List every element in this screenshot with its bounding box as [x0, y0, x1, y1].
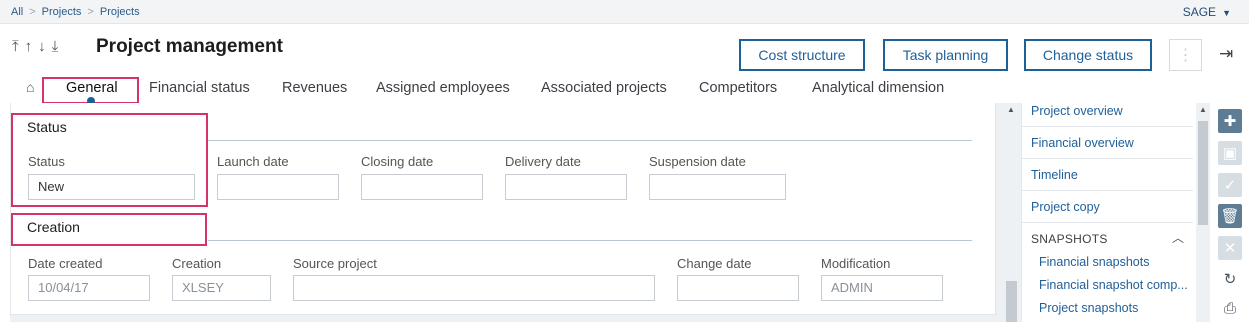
delivery-date-field[interactable]	[505, 174, 627, 200]
snapshot-link-project[interactable]: Project snapshots	[1039, 301, 1138, 315]
record-navigation: ⤒ ↑ ↓ ⤓	[12, 38, 58, 55]
task-planning-button[interactable]: Task planning	[883, 39, 1008, 71]
creation-label: Creation	[172, 256, 222, 271]
sidebar-link-project-overview[interactable]: Project overview	[1031, 104, 1123, 118]
action-toolbar: ✚ ▣ ✓ 🗑 ✕ ↻ ⎙	[1210, 103, 1249, 322]
scrollbar-thumb[interactable]	[1198, 121, 1208, 225]
caret-down-icon: ▼	[1222, 8, 1231, 18]
suspension-date-field[interactable]	[649, 174, 786, 200]
source-project-label: Source project	[293, 256, 377, 271]
form-scrollbar[interactable]: ▲	[1003, 103, 1021, 322]
cost-structure-button[interactable]: Cost structure	[739, 39, 865, 71]
vertical-dots-icon: ⋮	[1177, 47, 1194, 64]
tab-revenues[interactable]: Revenues	[282, 80, 347, 96]
closing-date-label: Closing date	[361, 154, 434, 169]
change-date-label: Change date	[677, 256, 752, 271]
form-area: Status Status New Launch date Closing da…	[10, 103, 1021, 322]
section-divider	[208, 240, 972, 241]
change-status-button[interactable]: Change status	[1024, 39, 1152, 71]
tab-associated-projects[interactable]: Associated projects	[541, 80, 667, 96]
next-record-icon[interactable]: ↓	[38, 38, 46, 55]
sidebar-link-timeline[interactable]: Timeline	[1031, 168, 1078, 182]
user-name: SAGE	[1182, 5, 1217, 19]
snapshot-link-financial-comparison[interactable]: Financial snapshot comp...	[1039, 278, 1188, 292]
suspension-date-label: Suspension date	[649, 154, 746, 169]
tab-competitors[interactable]: Competitors	[699, 80, 777, 96]
delete-icon[interactable]: 🗑	[1218, 204, 1242, 228]
delivery-date-label: Delivery date	[505, 154, 581, 169]
more-options-button[interactable]: ⋮	[1169, 39, 1202, 71]
section-divider	[208, 140, 972, 141]
check-icon: ✓	[1218, 173, 1242, 197]
close-icon: ✕	[1218, 236, 1242, 260]
top-bar: All > Projects > Projects SAGE ▼	[0, 0, 1249, 24]
creation-section-highlight	[11, 213, 207, 246]
chevron-right-icon: >	[29, 6, 36, 18]
creation-field: XLSEY	[172, 275, 271, 301]
user-menu[interactable]: SAGE ▼	[1183, 5, 1231, 19]
source-project-field[interactable]	[293, 275, 655, 301]
date-created-field: 10/04/17	[28, 275, 150, 301]
exit-icon[interactable]: ⇥	[1219, 44, 1233, 64]
add-icon[interactable]: ✚	[1218, 109, 1242, 133]
breadcrumb-projects-current[interactable]: Projects	[100, 6, 140, 18]
tab-assigned-employees[interactable]: Assigned employees	[376, 80, 510, 96]
previous-record-icon[interactable]: ↑	[25, 38, 33, 55]
scroll-up-icon[interactable]: ▲	[1199, 105, 1207, 114]
sidebar-link-financial-overview[interactable]: Financial overview	[1031, 136, 1134, 150]
divider	[1022, 158, 1193, 159]
scrollbar-thumb[interactable]	[1006, 281, 1017, 322]
sidebar-scrollbar[interactable]: ▲	[1196, 103, 1210, 322]
launch-date-field[interactable]	[217, 174, 339, 200]
modification-label: Modification	[821, 256, 891, 271]
first-record-icon[interactable]: ⤒	[12, 38, 19, 55]
breadcrumb-projects[interactable]: Projects	[42, 6, 82, 18]
last-record-icon[interactable]: ⤓	[52, 38, 59, 55]
tab-financial-status[interactable]: Financial status	[149, 80, 250, 96]
breadcrumb-all[interactable]: All	[11, 6, 23, 18]
divider	[1022, 222, 1193, 223]
tab-analytical-dimension[interactable]: Analytical dimension	[812, 80, 944, 96]
print-icon[interactable]: ⎙	[1218, 296, 1242, 320]
snapshot-link-financial[interactable]: Financial snapshots	[1039, 255, 1149, 269]
home-icon[interactable]: ⌂	[26, 79, 34, 95]
breadcrumb: All > Projects > Projects	[11, 6, 140, 18]
tab-bar: ⌂ General Financial status Revenues Assi…	[0, 78, 1249, 104]
snapshots-heading[interactable]: SNAPSHOTS	[1031, 232, 1108, 246]
sidebar-link-project-copy[interactable]: Project copy	[1031, 200, 1100, 214]
divider	[1022, 126, 1193, 127]
closing-date-field[interactable]	[361, 174, 483, 200]
launch-date-label: Launch date	[217, 154, 289, 169]
refresh-icon[interactable]: ↻	[1218, 267, 1242, 291]
sidebar: Project overview Financial overview Time…	[1021, 103, 1196, 322]
save-icon: ▣	[1218, 141, 1242, 165]
page-title: Project management	[96, 36, 283, 57]
date-created-label: Date created	[28, 256, 103, 271]
status-section-highlight	[11, 113, 208, 207]
chevron-right-icon: >	[87, 6, 94, 18]
change-date-field	[677, 275, 799, 301]
chevron-up-icon[interactable]: ︿	[1172, 229, 1184, 246]
divider	[1022, 190, 1193, 191]
scroll-up-icon[interactable]: ▲	[1007, 105, 1015, 114]
modification-field: ADMIN	[821, 275, 943, 301]
